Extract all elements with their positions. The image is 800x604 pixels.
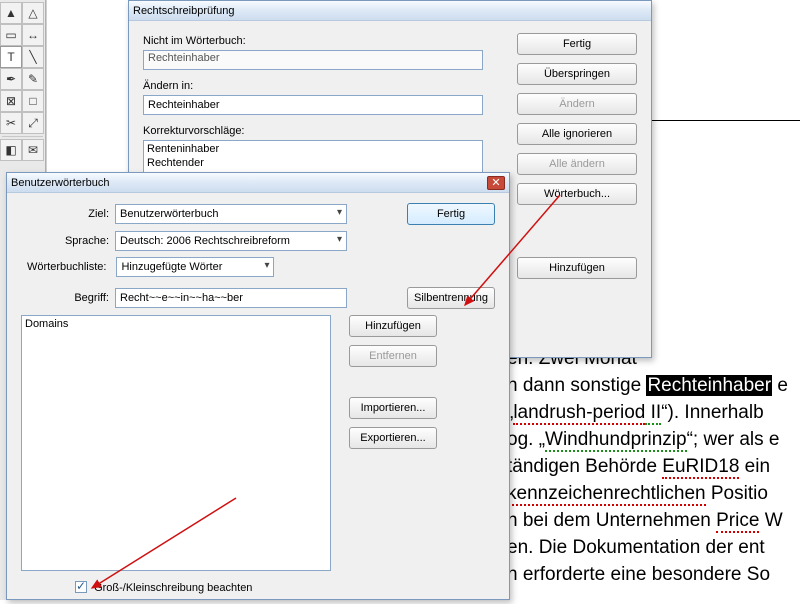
add-word-button[interactable]: Hinzufügen xyxy=(349,315,437,337)
change-to-label: Ändern in: xyxy=(143,80,507,92)
dictionary-button[interactable]: Wörterbuch... xyxy=(517,183,637,205)
suggestions-list[interactable]: Renteninhaber Rechtender xyxy=(143,140,483,174)
suggestions-label: Korrekturvorschläge: xyxy=(143,125,507,137)
pencil-tool-icon[interactable]: ✎ xyxy=(22,68,44,90)
case-checkbox-label: Groß-/Kleinschreibung beachten xyxy=(94,582,252,594)
rectangle-frame-tool-icon[interactable]: ⊠ xyxy=(0,90,22,112)
word-list[interactable]: Domains xyxy=(21,315,331,571)
language-select[interactable]: Deutsch: 2006 Rechtschreibreform xyxy=(115,231,347,251)
case-checkbox[interactable] xyxy=(75,581,87,593)
user-dict-titlebar[interactable]: Benutzerwörterbuch ✕ xyxy=(7,173,509,193)
ignore-all-button[interactable]: Alle ignorieren xyxy=(517,123,637,145)
term-input[interactable] xyxy=(115,288,347,308)
spellcheck-title: Rechtschreibprüfung xyxy=(133,5,647,17)
pen-tool-icon[interactable]: ✒ xyxy=(0,68,22,90)
scissors-tool-icon[interactable]: ✂ xyxy=(0,112,22,134)
change-to-input[interactable] xyxy=(143,95,483,115)
target-label: Ziel: xyxy=(21,208,115,220)
gradient-tool-icon[interactable]: ◧ xyxy=(0,139,22,161)
selection-tool-icon[interactable]: ▲ xyxy=(0,2,22,24)
term-label: Begriff: xyxy=(21,292,115,304)
direct-selection-tool-icon[interactable]: △ xyxy=(22,2,44,24)
remove-word-button[interactable]: Entfernen xyxy=(349,345,437,367)
language-label: Sprache: xyxy=(21,235,115,247)
gap-tool-icon[interactable]: ↔ xyxy=(22,24,44,46)
user-dict-title: Benutzerwörterbuch xyxy=(11,177,487,189)
not-in-dict-label: Nicht im Wörterbuch: xyxy=(143,35,507,47)
done-button[interactable]: Fertig xyxy=(517,33,637,55)
export-button[interactable]: Exportieren... xyxy=(349,427,437,449)
hyphenation-button[interactable]: Silbentrennung xyxy=(407,287,495,309)
skip-button[interactable]: Überspringen xyxy=(517,63,637,85)
line-tool-icon[interactable]: ╲ xyxy=(22,46,44,68)
list-item[interactable]: Domains xyxy=(25,317,327,331)
wordlist-select[interactable]: Hinzugefügte Wörter xyxy=(116,257,274,277)
change-button[interactable]: Ändern xyxy=(517,93,637,115)
note-tool-icon[interactable]: ✉ xyxy=(22,139,44,161)
user-dictionary-dialog: Benutzerwörterbuch ✕ Ziel: Benutzerwörte… xyxy=(6,172,510,600)
not-in-dict-field: Rechteinhaber xyxy=(143,50,483,70)
page-tool-icon[interactable]: ▭ xyxy=(0,24,22,46)
add-to-dict-button[interactable]: Hinzufügen xyxy=(517,257,637,279)
type-tool-icon[interactable]: T xyxy=(0,46,22,68)
spellcheck-titlebar[interactable]: Rechtschreibprüfung xyxy=(129,1,651,21)
wordlist-label: Wörterbuchliste: xyxy=(27,261,112,273)
selected-word[interactable]: Rechteinhaber xyxy=(646,375,772,396)
change-all-button[interactable]: Alle ändern xyxy=(517,153,637,175)
target-select[interactable]: Benutzerwörterbuch xyxy=(115,204,347,224)
free-transform-tool-icon[interactable]: ⤢ xyxy=(22,112,44,134)
rectangle-tool-icon[interactable]: □ xyxy=(22,90,44,112)
import-button[interactable]: Importieren... xyxy=(349,397,437,419)
done-button[interactable]: Fertig xyxy=(407,203,495,225)
suggestion-item[interactable]: Renteninhaber xyxy=(147,142,479,156)
suggestion-item[interactable]: Rechtender xyxy=(147,156,479,170)
close-icon[interactable]: ✕ xyxy=(487,176,505,190)
